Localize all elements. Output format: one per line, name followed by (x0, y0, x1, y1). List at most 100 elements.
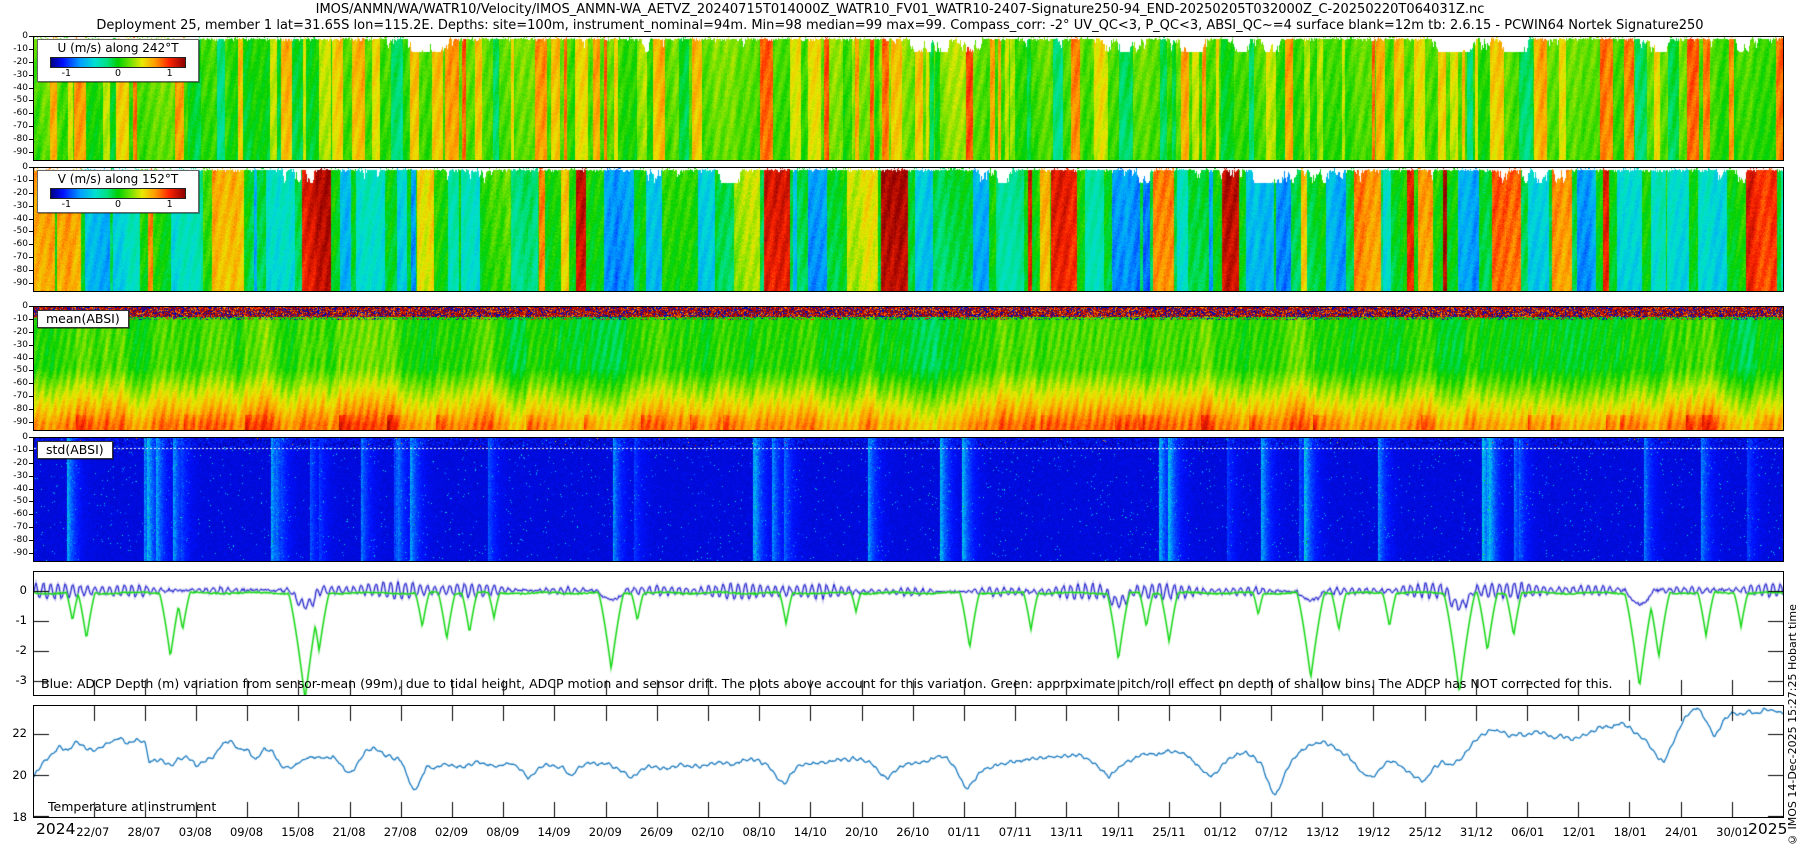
temperature-tick-label: 20 (0, 769, 27, 781)
panel-temperature: Temperature at instrument (33, 705, 1784, 818)
depth-tick-mark (29, 540, 33, 541)
depth-tick-mark (29, 527, 33, 528)
depth-tick-mark (29, 180, 33, 181)
figure-root: IMOS/ANMN/WA/WATR10/Velocity/IMOS_ANMN-W… (0, 0, 1800, 850)
depth-tick-mark (29, 476, 33, 477)
depth-tick-mark (29, 257, 33, 258)
depth-tick-label: -40 (0, 484, 28, 494)
x-axis-date-label: 01/11 (947, 825, 980, 839)
panel-u-velocity: U (m/s) along 242°T -1 0 1 (33, 36, 1784, 161)
depth-tick-label: -80 (0, 265, 28, 275)
panel-std-absi: std(ABSI) (33, 437, 1784, 562)
depth-tick-label: -10 (0, 445, 28, 455)
depth-tick-mark (29, 100, 33, 101)
depth-tick-mark (29, 306, 33, 307)
depth-variation-caption: Blue: ADCP Depth (m) variation from sens… (41, 676, 1613, 691)
x-axis-date-label: 07/11 (999, 825, 1032, 839)
depth-variation-tick-label: -3 (0, 674, 27, 686)
x-axis-date-label: 25/12 (1409, 825, 1442, 839)
x-axis-date-label: 13/12 (1306, 825, 1339, 839)
mean-absi-label: mean(ABSI) (37, 310, 129, 328)
x-axis-date-label: 06/01 (1511, 825, 1544, 839)
x-axis-date-label: 07/12 (1255, 825, 1288, 839)
x-axis-date-label: 14/09 (537, 825, 570, 839)
u-legend: U (m/s) along 242°T -1 0 1 (37, 39, 199, 82)
depth-tick-mark (29, 126, 33, 127)
depth-tick-label: -70 (0, 391, 28, 401)
depth-tick-label: 0 (0, 301, 28, 311)
x-axis-date-label: 01/12 (1204, 825, 1237, 839)
x-axis-date-label: 30/01 (1716, 825, 1749, 839)
mean-absi-heatmap (34, 307, 1783, 430)
depth-tick-mark (29, 437, 33, 438)
depth-tick-label: -90 (0, 417, 28, 427)
depth-tick-mark (29, 463, 33, 464)
x-axis-date-label: 02/10 (691, 825, 724, 839)
x-axis-date-label: 12/01 (1562, 825, 1595, 839)
depth-tick-label: -70 (0, 522, 28, 532)
x-axis-date-label: 19/11 (1101, 825, 1134, 839)
depth-tick-label: -40 (0, 214, 28, 224)
depth-tick-mark (29, 62, 33, 63)
u-colorbar-ticks: -1 0 1 (42, 68, 194, 79)
depth-tick-label: -20 (0, 458, 28, 468)
x-axis-date-label: 26/09 (640, 825, 673, 839)
x-axis-date-label: 27/08 (384, 825, 417, 839)
depth-tick-label: -70 (0, 252, 28, 262)
depth-tick-label: -60 (0, 509, 28, 519)
x-axis-date-label: 02/09 (435, 825, 468, 839)
depth-tick-label: -30 (0, 70, 28, 80)
depth-tick-label: -20 (0, 57, 28, 67)
depth-tick-mark (29, 383, 33, 384)
depth-tick-label: -30 (0, 340, 28, 350)
x-axis-date-label: 08/10 (742, 825, 775, 839)
depth-tick-mark (29, 36, 33, 37)
depth-tick-mark (29, 345, 33, 346)
depth-tick-mark (29, 409, 33, 410)
v-legend-title: V (m/s) along 152°T (42, 172, 194, 187)
depth-tick-mark (29, 319, 33, 320)
depth-tick-mark (29, 49, 33, 50)
u-legend-title: U (m/s) along 242°T (42, 41, 194, 56)
depth-tick-mark (29, 501, 33, 502)
v-colorbar-tick-max: 1 (167, 199, 173, 210)
x-axis-date-label: 09/08 (230, 825, 263, 839)
depth-tick-mark (29, 396, 33, 397)
panel-mean-absi: mean(ABSI) (33, 306, 1784, 431)
u-colorbar-tick-max: 1 (167, 68, 173, 79)
depth-tick-mark (29, 514, 33, 515)
x-axis-date-label: 22/07 (76, 825, 109, 839)
x-axis-date-label: 28/07 (127, 825, 160, 839)
depth-variation-tick-label: 0 (0, 584, 27, 596)
depth-tick-label: -80 (0, 535, 28, 545)
depth-tick-label: -40 (0, 353, 28, 363)
temperature-label: Temperature at instrument (48, 799, 216, 814)
depth-tick-label: -60 (0, 378, 28, 388)
temperature-lineplot (34, 706, 1783, 817)
x-axis-year-end: 2025 (1748, 820, 1787, 838)
v-legend: V (m/s) along 152°T -1 0 1 (37, 170, 199, 213)
v-velocity-heatmap (34, 168, 1783, 291)
depth-tick-label: -70 (0, 121, 28, 131)
depth-tick-label: -30 (0, 201, 28, 211)
depth-tick-mark (29, 270, 33, 271)
depth-tick-label: -30 (0, 471, 28, 481)
depth-tick-mark (29, 332, 33, 333)
depth-tick-mark (29, 206, 33, 207)
depth-tick-label: -20 (0, 327, 28, 337)
depth-tick-mark (29, 553, 33, 554)
x-axis-date-label: 03/08 (179, 825, 212, 839)
u-colorbar (50, 57, 186, 68)
x-axis-date-label: 20/10 (845, 825, 878, 839)
x-axis-date-label: 14/10 (794, 825, 827, 839)
depth-tick-mark (29, 113, 33, 114)
depth-tick-label: -90 (0, 147, 28, 157)
v-colorbar-ticks: -1 0 1 (42, 199, 194, 210)
depth-tick-label: -40 (0, 83, 28, 93)
x-axis-year-start: 2024 (36, 820, 75, 838)
depth-tick-mark (29, 358, 33, 359)
depth-tick-mark (29, 231, 33, 232)
depth-tick-mark (29, 370, 33, 371)
depth-tick-label: 0 (0, 432, 28, 442)
depth-tick-label: -50 (0, 95, 28, 105)
